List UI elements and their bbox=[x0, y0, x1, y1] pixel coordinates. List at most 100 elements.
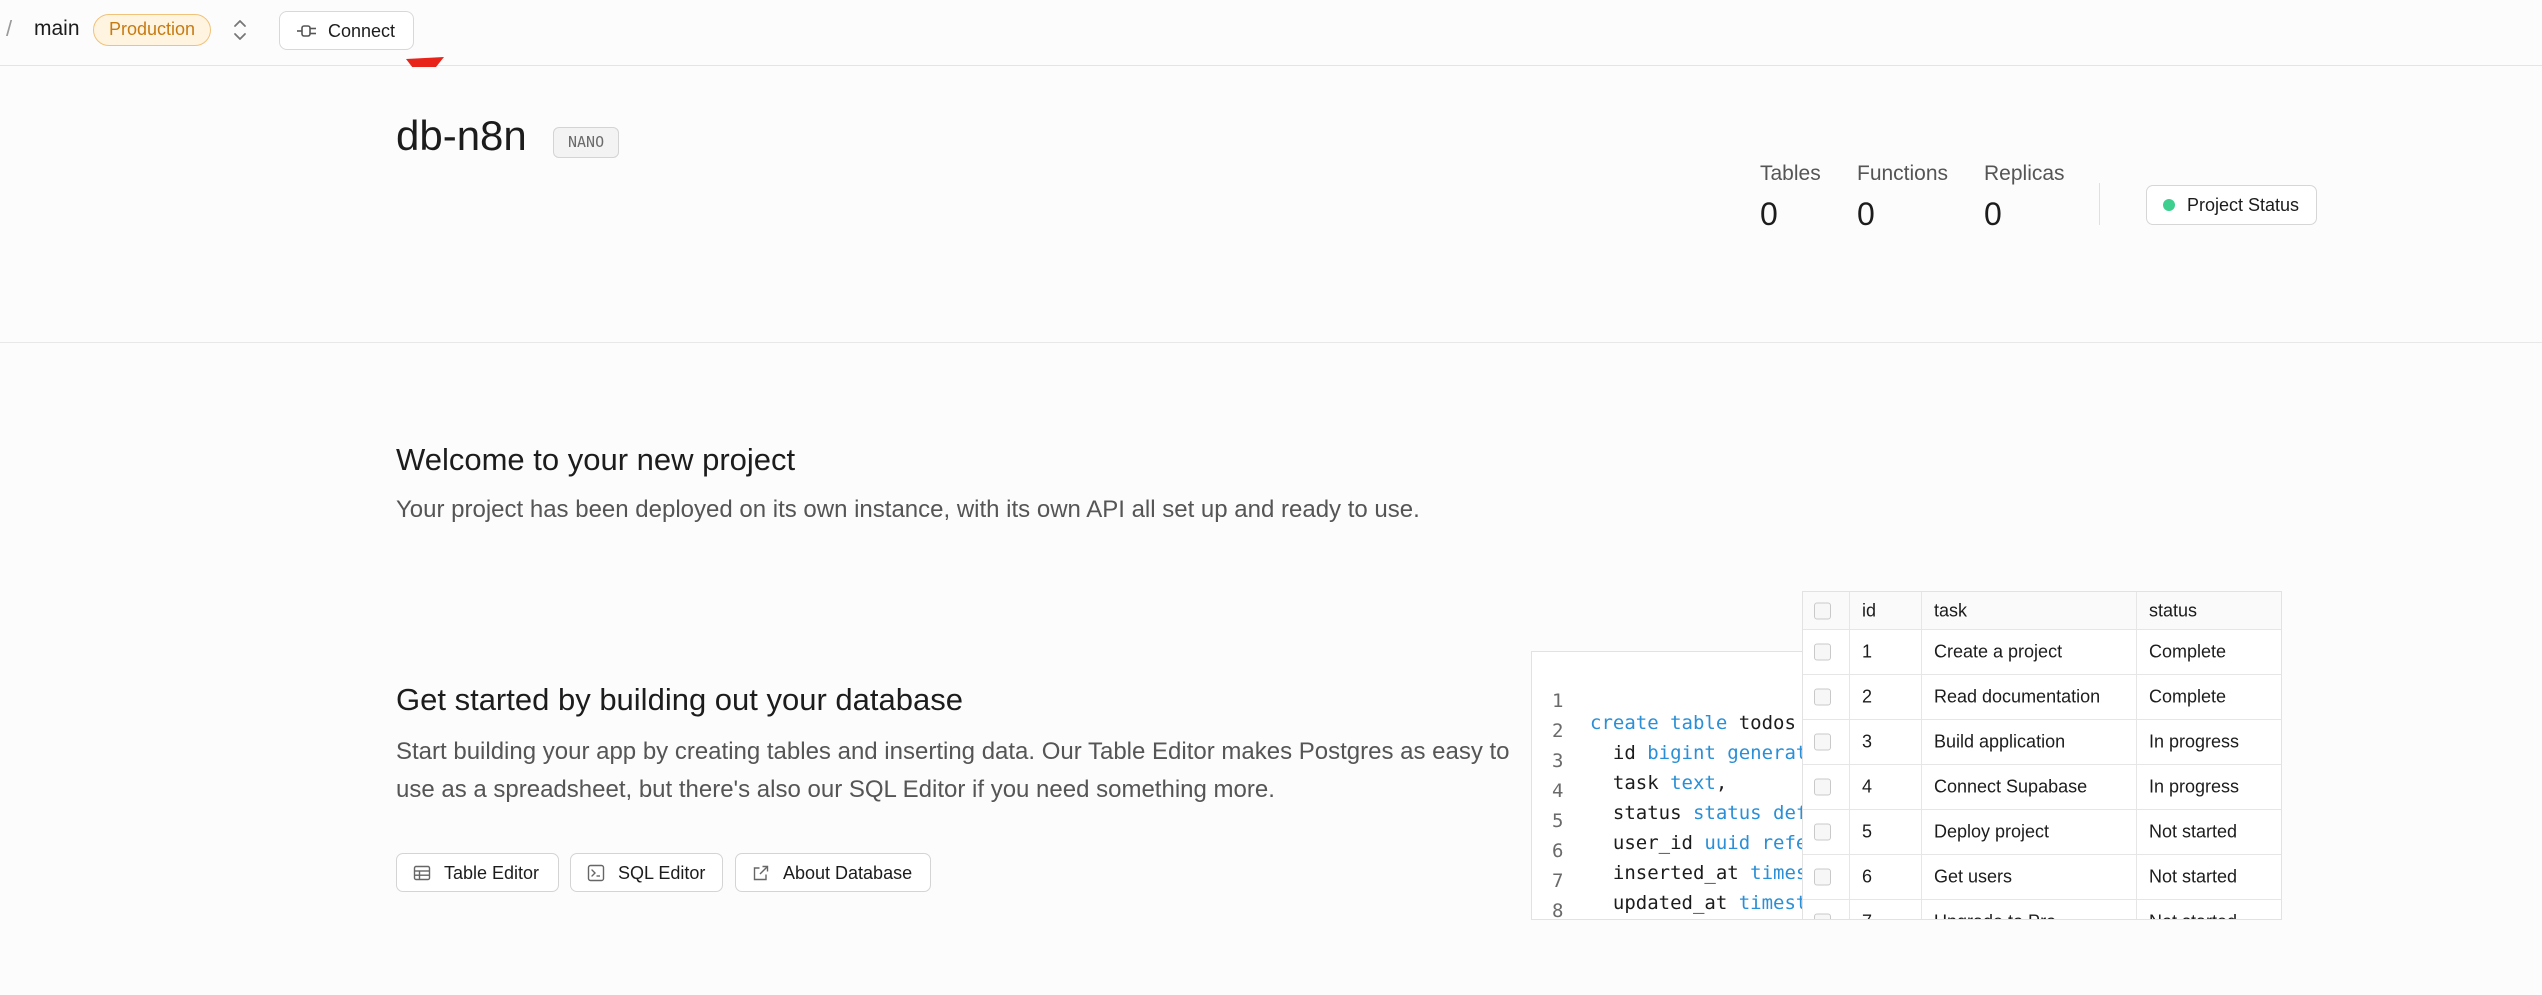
code-line: 2 id bigint generated bbox=[1532, 698, 1810, 764]
stats-divider bbox=[2099, 183, 2100, 225]
branch-name[interactable]: main bbox=[34, 17, 80, 41]
code-text: status bbox=[1590, 802, 1693, 824]
row-checkbox[interactable] bbox=[1814, 733, 1831, 751]
code-line: 8 ); bbox=[1532, 878, 1578, 919]
code-text: user_id bbox=[1590, 832, 1705, 854]
stat-label: Replicas bbox=[1984, 162, 2065, 185]
table-cell: Get users bbox=[1934, 866, 2013, 887]
table-cell: Build application bbox=[1934, 731, 2066, 752]
select-all-checkbox[interactable] bbox=[1814, 602, 1831, 619]
table-row[interactable]: 1 Create a project Complete bbox=[1803, 630, 2281, 675]
column-header: task bbox=[1934, 600, 1968, 620]
table-header-row: id task status bbox=[1803, 592, 2281, 630]
stat-value: 0 bbox=[1760, 196, 1778, 232]
table-cell: Not started bbox=[2149, 866, 2238, 887]
about-database-button[interactable]: About Database bbox=[735, 853, 931, 892]
stat-value: 0 bbox=[1984, 196, 2002, 232]
table-cell: Not started bbox=[2149, 821, 2238, 842]
row-checkbox[interactable] bbox=[1814, 643, 1831, 661]
sql-editor-label: SQL Editor bbox=[618, 863, 706, 883]
connect-button-label: Connect bbox=[328, 21, 396, 41]
connect-button[interactable]: Connect bbox=[279, 11, 414, 50]
code-keyword: status default bbox=[1692, 802, 1810, 824]
table-cell: 1 bbox=[1862, 641, 1873, 662]
welcome-title: Welcome to your new project bbox=[396, 442, 796, 477]
table-row[interactable]: 7 Upgrade to Pro Not started bbox=[1803, 900, 2281, 920]
table-cell: Deploy project bbox=[1934, 821, 2050, 842]
table-cell: Create a project bbox=[1934, 641, 2063, 662]
sql-code-sample: 1 create table todos ( 2 id bigint gener… bbox=[1531, 651, 1811, 920]
code-line: 7 updated_at timestamp bbox=[1532, 848, 1810, 914]
get-started-title: Get started by building out your databas… bbox=[396, 682, 963, 717]
terminal-icon bbox=[587, 864, 605, 882]
row-checkbox[interactable] bbox=[1814, 868, 1831, 886]
table-icon bbox=[413, 865, 431, 881]
about-database-label: About Database bbox=[783, 863, 913, 883]
table-cell: 7 bbox=[1862, 912, 1872, 920]
table-cell: In progress bbox=[2149, 776, 2240, 797]
code-keyword: bigint generated bbox=[1647, 742, 1810, 764]
project-status-button[interactable]: Project Status bbox=[2146, 185, 2317, 225]
sample-data-table: id task status 1 Create a project Comple… bbox=[1802, 591, 2282, 920]
environment-badge: Production bbox=[93, 14, 212, 46]
column-header: id bbox=[1862, 600, 1877, 620]
table-cell: Not started bbox=[2149, 912, 2237, 920]
code-keyword: create table bbox=[1590, 712, 1728, 734]
table-cell: In progress bbox=[2149, 731, 2240, 752]
code-line: 4 status status default bbox=[1532, 758, 1810, 824]
table-cell: 4 bbox=[1862, 776, 1873, 797]
external-link-icon bbox=[753, 865, 769, 881]
top-bar: / main Production Connect bbox=[0, 0, 2542, 123]
stat-functions[interactable]: Functions 0 bbox=[1857, 162, 1948, 233]
status-dot-icon bbox=[2163, 199, 2175, 211]
stat-tables[interactable]: Tables 0 bbox=[1760, 162, 1821, 233]
breadcrumb-separator: / bbox=[6, 16, 13, 41]
row-checkbox[interactable] bbox=[1814, 688, 1831, 706]
code-line: 1 create table todos ( bbox=[1532, 668, 1810, 734]
table-cell: Complete bbox=[2149, 641, 2227, 662]
table-editor-button[interactable]: Table Editor bbox=[396, 853, 559, 892]
table-row[interactable]: 2 Read documentation Complete bbox=[1803, 675, 2281, 720]
table-cell: Complete bbox=[2149, 686, 2227, 707]
table-row[interactable]: 6 Get users Not started bbox=[1803, 855, 2281, 900]
welcome-description: Your project has been deployed on its ow… bbox=[396, 496, 1420, 523]
row-checkbox[interactable] bbox=[1814, 913, 1831, 919]
code-text: task bbox=[1590, 772, 1671, 794]
code-keyword: text bbox=[1670, 772, 1716, 794]
table-editor-label: Table Editor bbox=[444, 863, 540, 883]
row-checkbox[interactable] bbox=[1814, 823, 1831, 841]
project-status-label: Project Status bbox=[2187, 195, 2300, 215]
sql-editor-button[interactable]: SQL Editor bbox=[570, 853, 723, 892]
project-name: db-n8n bbox=[396, 112, 527, 159]
row-checkbox[interactable] bbox=[1814, 778, 1831, 796]
table-row[interactable]: 5 Deploy project Not started bbox=[1803, 810, 2281, 855]
code-text: todos ( bbox=[1727, 712, 1811, 734]
line-number: 8 bbox=[1552, 900, 1564, 920]
table-cell: Upgrade to Pro bbox=[1934, 912, 2056, 920]
column-header: status bbox=[2149, 600, 2198, 620]
code-text: inserted_at bbox=[1590, 862, 1751, 884]
table-cell: 5 bbox=[1862, 821, 1873, 842]
code-text: id bbox=[1590, 742, 1648, 764]
code-line: 5 user_id uuid references bbox=[1532, 788, 1810, 854]
get-started-description: Start building your app by creating tabl… bbox=[396, 738, 1510, 803]
table-cell: 3 bbox=[1862, 731, 1873, 752]
compute-tier-badge: NANO bbox=[553, 127, 620, 158]
table-row[interactable]: 4 Connect Supabase In progress bbox=[1803, 765, 2281, 810]
stat-label: Functions bbox=[1857, 162, 1949, 185]
table-cell: Read documentation bbox=[1934, 686, 2101, 707]
plug-icon bbox=[297, 25, 316, 37]
code-text: updated_at bbox=[1590, 892, 1739, 914]
code-text: , bbox=[1715, 772, 1728, 794]
code-keyword: timestamp bbox=[1738, 892, 1810, 914]
stat-label: Tables bbox=[1760, 162, 1821, 185]
stat-value: 0 bbox=[1857, 196, 1875, 232]
table-row[interactable]: 3 Build application In progress bbox=[1803, 720, 2281, 765]
table-cell: 2 bbox=[1862, 686, 1873, 707]
stat-replicas[interactable]: Replicas 0 bbox=[1984, 162, 2065, 233]
code-line: 6 inserted_at timestamp bbox=[1532, 818, 1810, 884]
chevrons-up-down-icon[interactable] bbox=[230, 17, 250, 43]
table-cell: 6 bbox=[1862, 866, 1873, 887]
table-cell: Connect Supabase bbox=[1934, 776, 2088, 797]
code-keyword: uuid references bbox=[1704, 832, 1810, 854]
